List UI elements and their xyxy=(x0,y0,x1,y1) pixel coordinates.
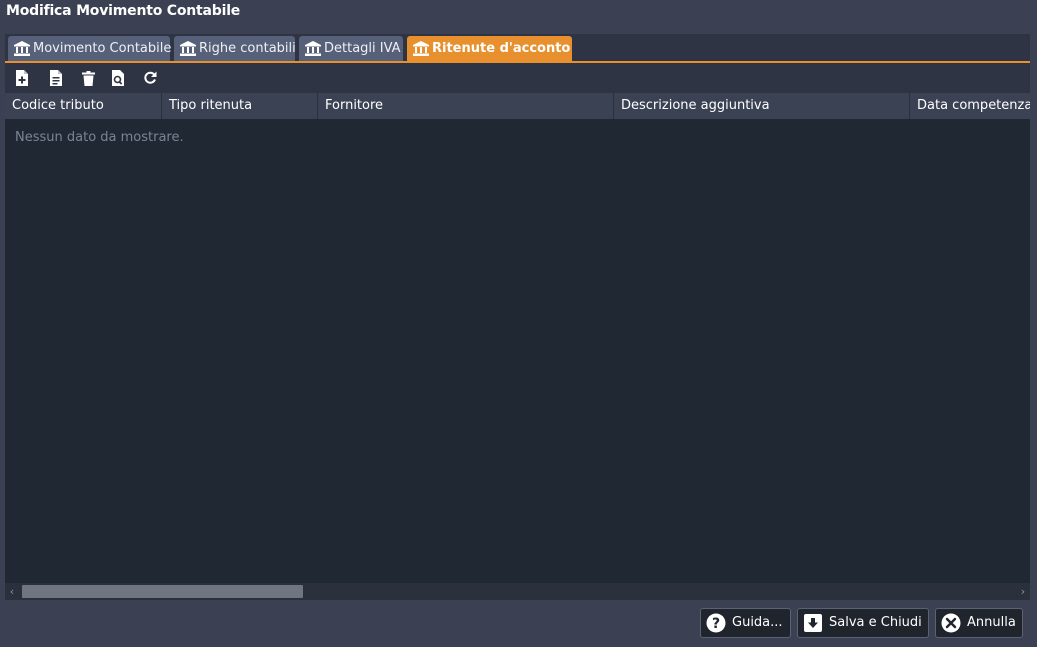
column-header-tipo-ritenuta[interactable]: Tipo ritenuta xyxy=(162,93,318,119)
close-circle-icon xyxy=(941,613,961,633)
refresh-icon xyxy=(144,71,157,84)
tab-bar: Movimento Contabile Righe contabili Dett… xyxy=(5,34,1030,61)
scroll-right-arrow[interactable]: › xyxy=(1016,583,1030,600)
bank-icon xyxy=(14,41,30,56)
grid-toolbar xyxy=(5,63,1030,93)
column-header-fornitore[interactable]: Fornitore xyxy=(318,93,614,119)
column-header-data-competenza[interactable]: Data competenza xyxy=(910,93,1030,119)
file-plus-icon xyxy=(16,70,28,86)
file-text-icon xyxy=(50,70,62,86)
tab-label: Movimento Contabile xyxy=(33,41,172,56)
tab-righe-contabili[interactable]: Righe contabili xyxy=(174,36,296,61)
tab-ritenute-acconto[interactable]: Ritenute d'acconto xyxy=(407,36,572,61)
view-record-button[interactable] xyxy=(109,69,127,87)
tab-movimento-contabile[interactable]: Movimento Contabile xyxy=(8,36,172,61)
cancel-label: Annulla xyxy=(967,615,1016,630)
help-button-label: Guida... xyxy=(732,615,783,630)
cancel-button[interactable]: Annulla xyxy=(935,608,1023,638)
dialog-footer: ? Guida... Salva e Chiudi Annulla xyxy=(0,600,1037,647)
tab-dettagli-iva[interactable]: Dettagli IVA xyxy=(299,36,403,61)
bank-icon xyxy=(180,41,196,56)
delete-record-button[interactable] xyxy=(79,69,97,87)
file-search-icon xyxy=(112,70,124,86)
svg-text:?: ? xyxy=(712,616,720,632)
grid-header: Codice tributo Tipo ritenuta Fornitore D… xyxy=(5,93,1030,119)
tab-label: Righe contabili xyxy=(199,41,296,56)
scroll-left-arrow[interactable]: ‹ xyxy=(5,583,19,600)
bank-icon xyxy=(413,41,429,56)
new-record-button[interactable] xyxy=(13,69,31,87)
window-title: Modifica Movimento Contabile xyxy=(6,3,241,19)
save-close-button[interactable]: Salva e Chiudi xyxy=(797,608,929,638)
trash-icon xyxy=(81,70,95,86)
edit-record-button[interactable] xyxy=(47,69,65,87)
help-icon: ? xyxy=(706,613,726,633)
help-button[interactable]: ? Guida... xyxy=(700,608,791,638)
scrollbar-thumb[interactable] xyxy=(22,585,303,598)
refresh-button[interactable] xyxy=(141,69,159,87)
save-download-icon xyxy=(804,614,822,632)
tab-label: Dettagli IVA xyxy=(324,41,401,56)
horizontal-scrollbar[interactable]: ‹ › xyxy=(5,583,1030,600)
title-bar: Modifica Movimento Contabile xyxy=(0,0,1037,28)
tab-label: Ritenute d'acconto xyxy=(432,41,571,56)
bank-icon xyxy=(305,41,321,56)
grid-empty-message: Nessun dato da mostrare. xyxy=(15,130,184,145)
save-close-label: Salva e Chiudi xyxy=(829,615,922,630)
ritenute-grid: Codice tributo Tipo ritenuta Fornitore D… xyxy=(5,93,1030,583)
column-header-descrizione-aggiuntiva[interactable]: Descrizione aggiuntiva xyxy=(614,93,910,119)
column-header-codice-tributo[interactable]: Codice tributo xyxy=(5,93,162,119)
